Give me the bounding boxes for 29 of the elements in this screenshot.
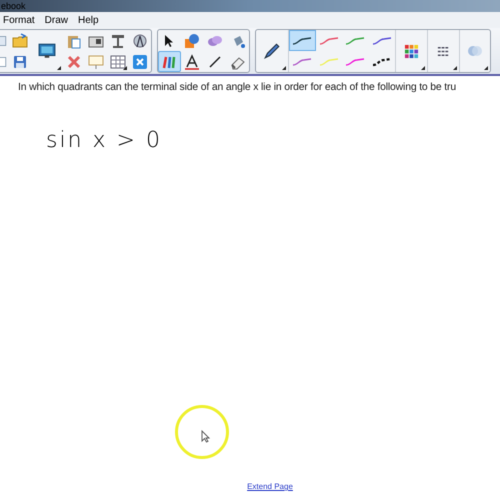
letter-a-icon: [184, 54, 200, 70]
pens-tool[interactable]: [158, 51, 181, 72]
close-icon: [132, 54, 148, 70]
pencil-icon: [263, 42, 281, 60]
menu-item[interactable]: Format: [3, 12, 35, 28]
menu-item[interactable]: Help: [78, 12, 99, 28]
pen-style-button[interactable]: [289, 30, 316, 51]
pointer-icon: [201, 430, 210, 443]
line-icon: [206, 54, 223, 70]
dropdown-corner-icon: [282, 66, 286, 70]
extend-page-link[interactable]: Extend Page: [247, 481, 293, 493]
dropdown-corner-icon: [453, 66, 457, 70]
menu-item[interactable]: Draw: [44, 12, 68, 28]
color-palette-icon: [404, 44, 419, 58]
easel-icon: [88, 54, 104, 70]
handwritten-text: sin x > 0: [46, 128, 162, 153]
overlapping-circles-icon: [467, 43, 483, 59]
dropdown-corner-icon: [421, 66, 425, 70]
dropdown-corner-icon: [57, 66, 61, 70]
folder-icon: [12, 32, 28, 48]
shapes-icon: [184, 32, 200, 48]
dropdown-corner-icon: [123, 66, 127, 70]
table-icon: [110, 54, 126, 70]
compass-icon: [132, 32, 148, 48]
question-text: In which quadrants can the terminal side of an angle x lie in order for each of the following to be tru: [18, 81, 457, 95]
window-title: ebook: [0, 0, 26, 12]
monitor-icon: [38, 42, 56, 60]
close-icon: [66, 54, 82, 70]
dropdown-corner-icon: [484, 66, 488, 70]
